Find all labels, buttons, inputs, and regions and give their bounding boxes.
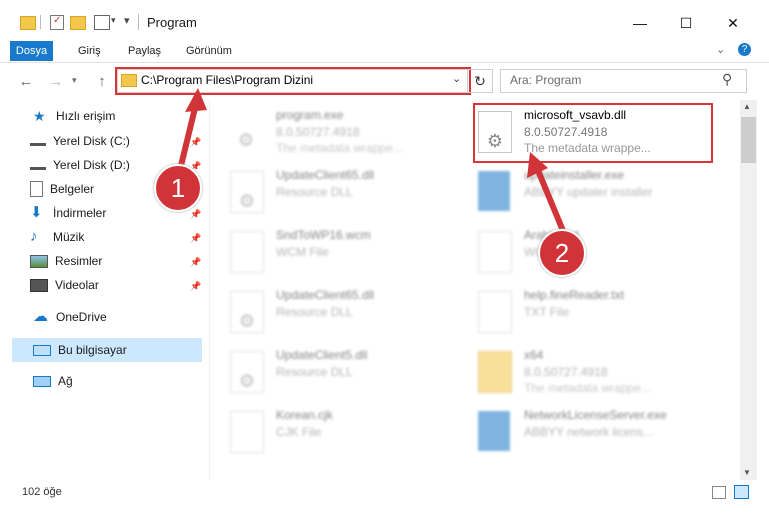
item-count: 102 öğe [22, 486, 62, 498]
step-marker-1: 1 [154, 164, 202, 212]
large-icons-view-icon[interactable] [734, 485, 749, 499]
step-marker-2: 2 [538, 229, 586, 277]
details-view-icon[interactable] [712, 486, 726, 499]
annotation-arrows [175, 88, 569, 240]
status-bar [0, 480, 769, 518]
arrow-1-head [185, 88, 207, 112]
arrow-2-shaft [534, 166, 569, 240]
